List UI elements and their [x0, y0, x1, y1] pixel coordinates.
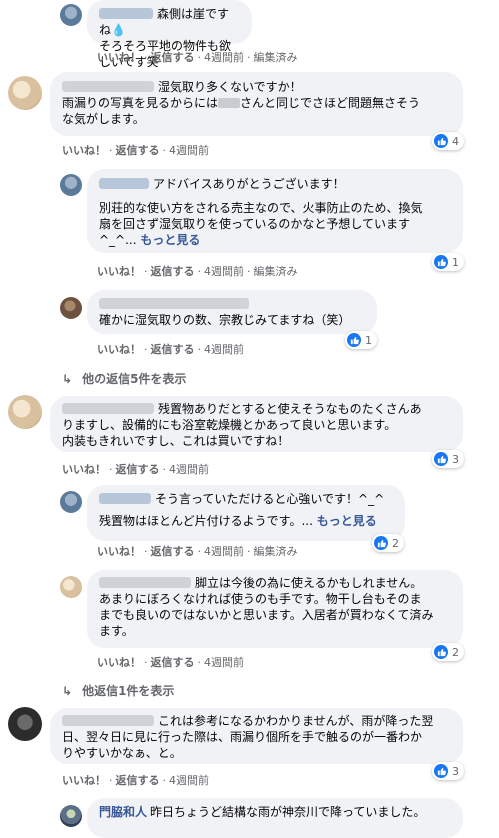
reply-link[interactable]: 返信する [116, 774, 160, 787]
author-name[interactable] [62, 403, 154, 414]
like-link[interactable]: いいね！ [62, 774, 106, 787]
reply-link[interactable]: 返信する [151, 343, 195, 356]
comment-bubble: 脚立は今後の為に使えるかもしれません。 あまりにぼろくなければ使うのも手です。物… [87, 570, 463, 648]
reaction-count[interactable]: 2 [432, 643, 464, 661]
reaction-count[interactable]: 3 [432, 762, 464, 780]
see-more-link[interactable]: もっと見る [140, 233, 200, 247]
comment-text: 残置物ありだとすると使えそうなものたくさんあ [158, 402, 422, 416]
reply-link[interactable]: 返信する [116, 463, 160, 476]
edited-label[interactable]: 編集済み [254, 265, 298, 278]
comment-text: そう言っていただけると心強いです！^_^ [155, 492, 385, 506]
avatar[interactable] [8, 76, 42, 110]
comment-text: 確かに湿気取りの数、宗教じみてますね（笑） [99, 313, 351, 327]
reaction-count[interactable]: 2 [372, 534, 404, 552]
thumbs-up-icon [434, 255, 448, 269]
view-more-replies-link[interactable]: ↳ 他の返信5件を表示 [62, 370, 186, 387]
comment-bubble: 残置物ありだとすると使えそうなものたくさんあ りますし、設備的にも浴室乾燥機とか… [50, 396, 463, 452]
comment-bubble: そう言っていただけると心強いです！^_^ 残置物はほとんど片付けるようです。..… [87, 485, 405, 541]
avatar[interactable] [8, 395, 42, 429]
timestamp[interactable]: 4週間前 [204, 265, 244, 278]
author-name[interactable] [62, 715, 154, 726]
timestamp[interactable]: 4週間前 [204, 545, 244, 558]
reply-link[interactable]: 返信する [151, 265, 195, 278]
timestamp[interactable]: 4週間前 [169, 774, 209, 787]
author-name[interactable] [99, 577, 191, 588]
comment-actions: いいね！ · 返信する · 4週間前 [62, 144, 209, 157]
timestamp[interactable]: 4週間前 [169, 144, 209, 157]
like-link[interactable]: いいね！ [97, 343, 141, 356]
thumbs-up-icon [434, 764, 448, 778]
view-more-replies-link[interactable]: ↳ 他返信1件を表示 [62, 682, 174, 699]
author-name[interactable] [99, 298, 249, 309]
reaction-count[interactable]: 4 [432, 132, 464, 150]
see-more-link[interactable]: もっと見る [317, 514, 377, 528]
edited-label[interactable]: 編集済み [254, 545, 298, 558]
comment-text: これは参考になるかわかりませんが、雨が降った翌 [158, 714, 434, 728]
reply-link[interactable]: 返信する [151, 545, 195, 558]
author-name[interactable] [99, 8, 153, 19]
comment-bubble: 森側は崖ですね💧 そろそろ平地の物件も欲しいです笑 [87, 0, 252, 69]
avatar[interactable] [60, 491, 82, 513]
timestamp[interactable]: 4週間前 [204, 51, 244, 64]
avatar[interactable] [60, 805, 82, 827]
reply-link[interactable]: 返信する [151, 656, 195, 669]
reaction-count[interactable]: 1 [345, 331, 377, 349]
edited-label[interactable]: 編集済み [254, 51, 298, 64]
thumbs-up-icon [347, 333, 361, 347]
like-link[interactable]: いいね！ [97, 656, 141, 669]
comment-bubble: 確かに湿気取りの数、宗教じみてますね（笑） [87, 290, 377, 334]
thumbs-up-icon [434, 134, 448, 148]
author-name[interactable] [62, 81, 154, 92]
comment-text: アドバイスありがとうございます！ [153, 177, 345, 191]
water-drop-emoji: 💧 [111, 23, 126, 37]
comment-actions: いいね！ · 返信する · 4週間前 [62, 463, 209, 476]
author-name[interactable] [99, 178, 149, 189]
like-link[interactable]: いいね！ [97, 545, 141, 558]
reply-link[interactable]: 返信する [151, 51, 195, 64]
thumbs-up-icon [434, 452, 448, 466]
comment-bubble: これは参考になるかわかりませんが、雨が降った翌 日、翌々日に見に行った際は、雨漏… [50, 708, 463, 764]
comment-actions: いいね！ · 返信する · 4週間前 · 編集済み [97, 51, 298, 64]
reply-link[interactable]: 返信する [116, 144, 160, 157]
avatar[interactable] [8, 707, 42, 741]
avatar[interactable] [60, 297, 82, 319]
avatar[interactable] [60, 576, 82, 598]
comment-actions: いいね！ · 返信する · 4週間前 [62, 774, 209, 787]
comment-actions: いいね！ · 返信する · 4週間前 [97, 343, 244, 356]
thumbs-up-icon [434, 645, 448, 659]
comment-actions: いいね！ · 返信する · 4週間前 · 編集済み [97, 545, 298, 558]
avatar[interactable] [60, 174, 82, 196]
like-link[interactable]: いいね！ [97, 51, 141, 64]
author-name[interactable] [99, 493, 151, 504]
reaction-count[interactable]: 1 [432, 253, 464, 271]
like-link[interactable]: いいね！ [97, 265, 141, 278]
comment-actions: いいね！ · 返信する · 4週間前 [97, 656, 244, 669]
comment-actions: いいね！ · 返信する · 4週間前 · 編集済み [97, 265, 298, 278]
timestamp[interactable]: 4週間前 [204, 656, 244, 669]
timestamp[interactable]: 4週間前 [204, 343, 244, 356]
thumbs-up-icon [374, 536, 388, 550]
comment-text: 昨日ちょうど結構な雨が神奈川で降っていました。 [150, 805, 426, 819]
author-name[interactable]: 門脇和人 [99, 805, 147, 819]
like-link[interactable]: いいね！ [62, 463, 106, 476]
comment-bubble: 湿気取り多くないですか！ 雨漏りの写真を見るからには さんと同じでさほど問題無さそ… [50, 72, 463, 136]
comment-bubble: アドバイスありがとうございます！ 別荘的な使い方をされる売主なので、火事防止のた… [87, 169, 463, 253]
mention[interactable] [218, 98, 241, 108]
reaction-count[interactable]: 3 [432, 450, 464, 468]
avatar[interactable] [60, 4, 82, 26]
like-link[interactable]: いいね！ [62, 144, 106, 157]
reply-arrow-icon: ↳ [62, 372, 73, 386]
reply-arrow-icon: ↳ [62, 684, 73, 698]
comment-text: 脚立は今後の為に使えるかもしれません。 [195, 576, 423, 590]
timestamp[interactable]: 4週間前 [169, 463, 209, 476]
comment-text: 湿気取り多くないですか！ [158, 80, 302, 94]
comment-bubble: 門脇和人 昨日ちょうど結構な雨が神奈川で降っていました。 [87, 798, 463, 838]
